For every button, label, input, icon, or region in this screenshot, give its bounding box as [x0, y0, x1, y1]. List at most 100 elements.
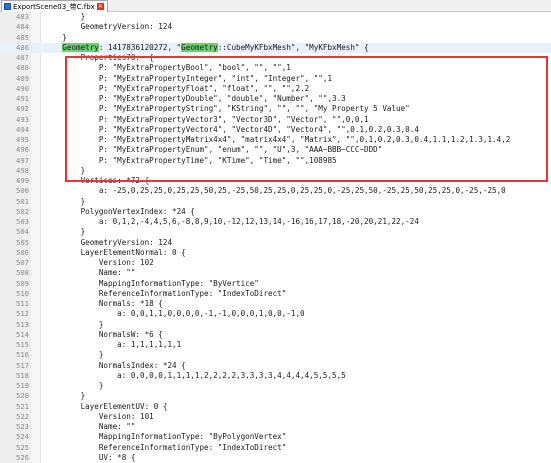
- code-segment: Name: "": [44, 422, 136, 431]
- code-line[interactable]: 483 }: [0, 12, 551, 22]
- code-line[interactable]: 526 UV: *8 {: [0, 453, 551, 463]
- code-text: MappingInformationType: "ByPolygonVertex…: [44, 432, 286, 442]
- code-line[interactable]: 484 GeometryVersion: 124: [0, 22, 551, 32]
- line-number: 505: [16, 237, 29, 247]
- code-segment: ::CubeMyKFbxMesh", "MyKFbxMesh" {: [217, 42, 369, 52]
- code-line[interactable]: 510 ReferenceInformationType: "IndexToDi…: [0, 289, 551, 299]
- code-text: a: 0,0,1,1,0,0,0,0,-1,-1,0,0,0,1,0,0,-1,…: [44, 309, 305, 319]
- code-segment: Name: "": [44, 268, 136, 278]
- line-number: 493: [16, 114, 29, 124]
- code-text: Version: 102: [44, 258, 154, 268]
- code-segment: }: [44, 196, 86, 206]
- code-text: a: 0,1,2,-4,4,5,6,-8,8,9,10,-12,12,13,14…: [44, 217, 419, 227]
- code-line[interactable]: 515 a: 1,1,1,1,1,1: [0, 340, 551, 350]
- code-text: a: -25,0,25,25,0,25,25,50,25,-25,50,25,2…: [44, 186, 506, 196]
- code-line[interactable]: 506 LayerElementNormal: 0 {: [0, 248, 551, 258]
- code-text: Geometry: 1417836120272, "Geometry::Cube…: [44, 42, 369, 53]
- line-number: 509: [16, 278, 29, 288]
- code-line[interactable]: 485 }: [0, 33, 551, 43]
- code-line[interactable]: 520 }: [0, 391, 551, 401]
- code-line[interactable]: 504 }: [0, 227, 551, 237]
- line-number: 484: [16, 22, 29, 32]
- code-line[interactable]: 507 Version: 102: [0, 258, 551, 268]
- code-segment: Version: 102: [44, 258, 154, 267]
- code-line[interactable]: 501 }: [0, 197, 551, 207]
- code-line[interactable]: 505 GeometryVersion: 124: [0, 238, 551, 248]
- code-line[interactable]: 521 LayerElementUV: 0 {: [0, 402, 551, 412]
- line-number: 512: [16, 309, 29, 319]
- file-tab[interactable]: ExportScene03_带C.fbx ✕: [1, 0, 108, 12]
- code-line[interactable]: 522 Version: 101: [0, 412, 551, 422]
- line-number: 523: [16, 422, 29, 431]
- code-line[interactable]: 519 }: [0, 381, 551, 391]
- file-tab-label: ExportScene03_带C.fbx: [13, 2, 95, 11]
- code-line[interactable]: 511 Normals: *18 {: [0, 299, 551, 309]
- code-line[interactable]: 502 PolygonVertexIndex: *24 {: [0, 207, 551, 217]
- code-text: a: 1,1,1,1,1,1: [44, 340, 181, 350]
- code-text: }: [44, 196, 86, 207]
- code-segment: ReferenceInformationType: "IndexToDirect…: [44, 442, 287, 452]
- code-text: ReferenceInformationType: "IndexToDirect…: [44, 443, 286, 453]
- code-segment: GeometryVersion: 124: [44, 237, 173, 247]
- code-text: Normals: *18 {: [44, 299, 163, 309]
- code-text: UV: *8 {: [44, 452, 136, 463]
- code-line[interactable]: 512 a: 0,0,1,1,0,0,0,0,-1,-1,0,0,0,1,0,0…: [0, 309, 551, 319]
- code-line[interactable]: 486 Geometry: 1417836120272, "Geometry::…: [0, 42, 551, 53]
- code-segment: }: [44, 319, 104, 329]
- line-number: 494: [16, 124, 29, 134]
- code-text: GeometryVersion: 124: [44, 22, 172, 32]
- code-line[interactable]: 524 MappingInformationType: "ByPolygonVe…: [0, 432, 551, 442]
- code-line[interactable]: 513 }: [0, 320, 551, 330]
- tab-bar: ExportScene03_带C.fbx ✕: [0, 0, 551, 12]
- code-line[interactable]: 509 MappingInformationType: "ByVertice": [0, 279, 551, 289]
- line-number: 500: [16, 186, 29, 196]
- line-number: 510: [16, 288, 29, 298]
- line-number: 511: [16, 299, 29, 308]
- line-number: 499: [16, 176, 29, 185]
- code-line[interactable]: 517 NormalsIndex: *24 {: [0, 361, 551, 371]
- line-number: 524: [16, 432, 29, 442]
- code-segment: Version: 101: [44, 411, 154, 421]
- code-segment: }: [44, 381, 104, 390]
- code-text: Version: 101: [44, 412, 154, 422]
- code-segment: }: [44, 391, 86, 401]
- code-editor[interactable]: 483 } 484 GeometryVersion: 124 485 } 486 Ge…: [0, 12, 551, 463]
- code-line[interactable]: 500 a: -25,0,25,25,0,25,25,50,25,-25,50,…: [0, 186, 551, 196]
- code-line[interactable]: 516 }: [0, 350, 551, 360]
- code-segment: a: 0,0,1,1,0,0,0,0,-1,-1,0,0,0,1,0,0,-1,…: [44, 309, 305, 319]
- code-segment: LayerElementNormal: 0 {: [44, 247, 186, 257]
- code-segment: MappingInformationType: "ByPolygonVertex…: [44, 432, 287, 442]
- line-number: 526: [16, 452, 29, 462]
- close-icon[interactable]: ✕: [96, 3, 104, 10]
- code-line[interactable]: 523 Name: "": [0, 422, 551, 432]
- code-text: Name: "": [44, 268, 136, 278]
- code-segment: UV: *8 {: [44, 452, 136, 462]
- line-number: 501: [16, 196, 29, 206]
- code-segment: a: 0,0,0,0,1,1,1,1,2,2,2,2,3,3,3,3,4,4,4…: [44, 370, 346, 380]
- line-number: 488: [16, 63, 29, 73]
- code-segment: }: [44, 12, 86, 21]
- line-number: 516: [16, 350, 29, 360]
- line-number: 506: [16, 247, 29, 257]
- line-number: 497: [16, 155, 29, 165]
- code-line[interactable]: 514 NormalsW: *6 {: [0, 330, 551, 340]
- code-segment: ReferenceInformationType: "IndexToDirect…: [44, 288, 287, 298]
- code-text: }: [44, 381, 104, 391]
- code-line[interactable]: 525 ReferenceInformationType: "IndexToDi…: [0, 443, 551, 453]
- line-number: 520: [16, 391, 29, 401]
- code-text: }: [44, 319, 104, 330]
- code-line[interactable]: 518 a: 0,0,0,0,1,1,1,1,2,2,2,2,3,3,3,3,4…: [0, 371, 551, 381]
- code-text: NormalsW: *6 {: [44, 330, 163, 340]
- code-line[interactable]: 508 Name: "": [0, 268, 551, 278]
- line-number: 522: [16, 411, 29, 421]
- code-text: }: [44, 350, 104, 360]
- code-segment: : 1417836120272, ": [98, 42, 182, 52]
- line-number: 498: [16, 165, 29, 175]
- code-text: Name: "": [44, 422, 136, 432]
- search-highlight: Geometry: [181, 42, 218, 52]
- search-highlight: Geometry: [62, 42, 99, 52]
- code-segment: PolygonVertexIndex: *24 {: [44, 206, 195, 216]
- code-line[interactable]: 503 a: 0,1,2,-4,4,5,6,-8,8,9,10,-12,12,1…: [0, 217, 551, 227]
- code-segment: a: -25,0,25,25,0,25,25,50,25,-25,50,25,2…: [44, 186, 506, 196]
- line-number: 483: [16, 12, 29, 21]
